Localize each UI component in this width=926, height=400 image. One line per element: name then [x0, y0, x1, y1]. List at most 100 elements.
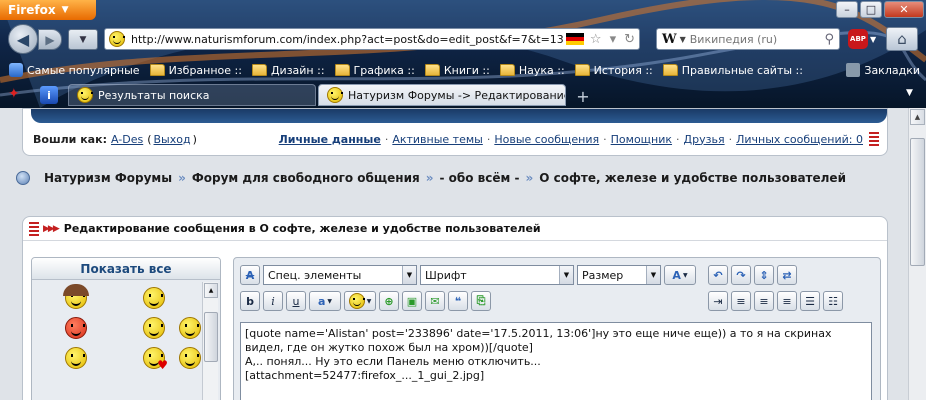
- redo-icon: ↷: [736, 268, 746, 282]
- chevron-down-icon: ▼: [79, 34, 87, 45]
- size-select[interactable]: Размер ▼: [577, 265, 661, 285]
- private-messages-link[interactable]: Личных сообщений: 0: [736, 133, 863, 146]
- chevron-down-icon[interactable]: ▾: [606, 32, 621, 47]
- emoticon-wink-icon[interactable]: [176, 314, 204, 342]
- active-topics-link[interactable]: Активные темы: [392, 133, 483, 146]
- ordered-list-icon: ☷: [828, 294, 838, 308]
- adblock-icon: ABP: [848, 29, 868, 49]
- minimize-button[interactable]: –: [836, 1, 858, 18]
- bookmarks-menu-button[interactable]: Закладки: [846, 60, 920, 80]
- forward-button[interactable]: ▶: [38, 29, 62, 50]
- bookmark-folder-books[interactable]: Книги ::: [422, 64, 493, 77]
- italic-button[interactable]: i: [263, 291, 283, 311]
- emoticon-soldier-icon[interactable]: [62, 284, 90, 312]
- emoticon-button[interactable]: ▼: [344, 291, 376, 311]
- undo-button[interactable]: ↶: [708, 265, 728, 285]
- wikipedia-icon[interactable]: W: [657, 32, 680, 47]
- scroll-up-icon[interactable]: ▲: [204, 283, 218, 298]
- bookmark-folder-favorites[interactable]: Избранное ::: [147, 64, 245, 77]
- font-color-button[interactable]: a ▼: [309, 291, 341, 311]
- post-textarea[interactable]: [quote name='Alistan' post='233896' date…: [240, 322, 872, 400]
- close-button[interactable]: ✕: [884, 1, 924, 18]
- bookmark-folder-science[interactable]: Наука ::: [497, 64, 568, 77]
- bookmark-label: Графика ::: [353, 63, 415, 77]
- post-text-line: [attachment=52477:firefox_..._1_gui_2.jp…: [245, 369, 485, 382]
- emoticon-scrollbar[interactable]: ▲: [202, 282, 218, 400]
- scroll-thumb[interactable]: [204, 312, 218, 362]
- breadcrumb-software[interactable]: О софте, железе и удобстве пользователей: [539, 171, 846, 185]
- emoticon-no-icon[interactable]: [140, 284, 168, 312]
- underline-button[interactable]: u: [286, 291, 306, 311]
- search-icon[interactable]: ⚲: [824, 32, 839, 47]
- url-text[interactable]: http://www.naturismforum.com/index.php?a…: [131, 33, 564, 46]
- tab-forum-edit[interactable]: Натуризм Форумы -> Редактирование ...: [318, 84, 566, 106]
- breadcrumb-free-talk[interactable]: Форум для свободного общения: [192, 171, 420, 185]
- page-scrollbar[interactable]: ▲: [908, 108, 926, 400]
- emoticon-love-icon[interactable]: ♥: [140, 344, 168, 372]
- logout-close: ): [192, 132, 197, 146]
- breadcrumb-about-all[interactable]: - обо всём -: [439, 171, 519, 185]
- align-right-button[interactable]: ≡: [777, 291, 797, 311]
- bookmark-star-icon[interactable]: ☆: [586, 32, 606, 47]
- bookmark-label: Правильные сайты ::: [681, 63, 803, 77]
- emoticon-grin-icon[interactable]: [176, 344, 204, 372]
- chevron-down-icon[interactable]: ▼: [680, 35, 690, 44]
- special-elements-select[interactable]: Спец. элементы ▼: [263, 265, 417, 285]
- search-input[interactable]: [689, 32, 810, 46]
- emoticon-angry-icon[interactable]: [62, 314, 90, 342]
- unordered-list-button[interactable]: ☰: [800, 291, 820, 311]
- folder-icon: [499, 64, 515, 76]
- code-icon: ⎘: [476, 294, 486, 307]
- username-link[interactable]: A-Des: [111, 133, 143, 146]
- chevron-down-icon: ▼: [646, 266, 660, 284]
- info-app-tab-icon[interactable]: i: [40, 86, 58, 104]
- bookmark-label: История ::: [593, 63, 653, 77]
- bold-button[interactable]: b: [240, 291, 260, 311]
- redo-button[interactable]: ↷: [731, 265, 751, 285]
- new-tab-button[interactable]: +: [570, 86, 596, 106]
- back-button[interactable]: ◀: [8, 24, 38, 54]
- switch-mode-button[interactable]: ⇄: [777, 265, 797, 285]
- bookmark-folder-history[interactable]: История ::: [572, 64, 656, 77]
- indent-button[interactable]: ⇥: [708, 291, 728, 311]
- adblock-button[interactable]: ABP ▼: [848, 28, 882, 50]
- folder-icon: [334, 64, 350, 76]
- remove-format-button[interactable]: A: [240, 265, 260, 285]
- font-select[interactable]: Шрифт ▼: [420, 265, 574, 285]
- logout-link[interactable]: Выход: [154, 133, 191, 146]
- tab-search-results[interactable]: Результаты поиска: [68, 84, 316, 106]
- text-color-button[interactable]: A ▼: [664, 265, 696, 285]
- new-posts-link[interactable]: Новые сообщения: [494, 133, 599, 146]
- emoticon-laugh-icon[interactable]: [140, 314, 168, 342]
- bookmark-folder-right-sites[interactable]: Правильные сайты ::: [660, 64, 806, 77]
- reload-icon[interactable]: ↻: [620, 32, 639, 47]
- resize-button[interactable]: ⇕: [754, 265, 774, 285]
- history-dropdown-button[interactable]: ▼: [68, 29, 98, 50]
- emoticon-smile-icon[interactable]: [62, 344, 90, 372]
- maximize-button[interactable]: □: [860, 1, 882, 18]
- breadcrumb-forum-home[interactable]: Натуризм Форумы: [44, 171, 172, 185]
- assistant-link[interactable]: Помощник: [611, 133, 672, 146]
- home-button[interactable]: ⌂: [886, 27, 918, 51]
- insert-email-button[interactable]: ✉: [425, 291, 445, 311]
- insert-image-button[interactable]: ▣: [402, 291, 422, 311]
- show-all-emoticons-link[interactable]: Показать все: [32, 258, 220, 280]
- align-left-button[interactable]: ≡: [731, 291, 751, 311]
- profile-link[interactable]: Личные данные: [279, 133, 381, 146]
- ordered-list-button[interactable]: ☷: [823, 291, 843, 311]
- bookmark-folder-design[interactable]: Дизайн ::: [249, 64, 328, 77]
- firefox-menu-button[interactable]: Firefox ▼: [0, 0, 96, 20]
- insert-code-button[interactable]: ⎘: [471, 291, 491, 311]
- bookmark-item-popular[interactable]: Самые популярные: [6, 63, 143, 77]
- search-bar[interactable]: W ▼ ⚲: [656, 28, 840, 50]
- insert-quote-button[interactable]: ❝: [448, 291, 468, 311]
- tab-list-icon[interactable]: ▼: [906, 88, 913, 98]
- app-tab-icon[interactable]: ✦: [8, 86, 30, 104]
- bookmark-folder-graphics[interactable]: Графика ::: [332, 64, 418, 77]
- insert-link-button[interactable]: ⊕: [379, 291, 399, 311]
- scroll-up-icon[interactable]: ▲: [910, 109, 925, 125]
- align-center-button[interactable]: ≡: [754, 291, 774, 311]
- friends-link[interactable]: Друзья: [684, 133, 725, 146]
- address-bar[interactable]: http://www.naturismforum.com/index.php?a…: [104, 28, 640, 50]
- scroll-thumb[interactable]: [910, 138, 925, 266]
